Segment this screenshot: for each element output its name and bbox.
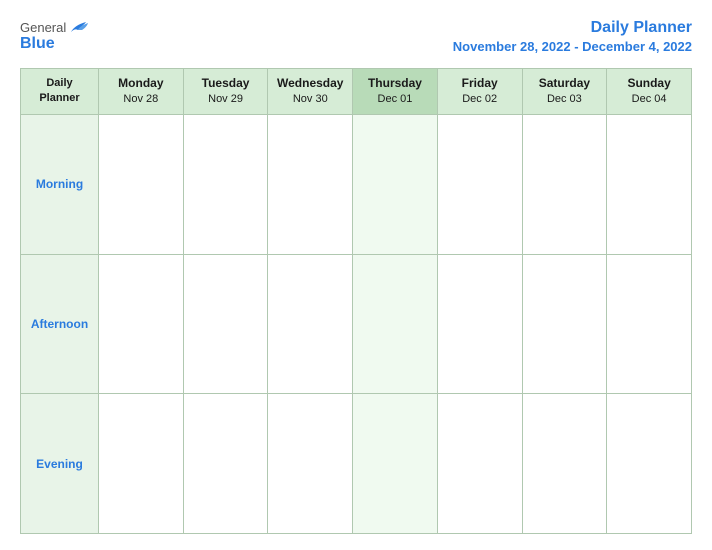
header: General Blue Daily Planner November 28, … (20, 18, 692, 54)
cell-afternoon-thursday[interactable] (353, 254, 438, 394)
cell-morning-tuesday[interactable] (183, 114, 268, 254)
table-row-morning: Morning (21, 114, 692, 254)
cell-evening-saturday[interactable] (522, 394, 607, 534)
column-header-tuesday: TuesdayNov 29 (183, 68, 268, 114)
row-label-evening: Evening (21, 394, 99, 534)
header-row: Daily Planner MondayNov 28TuesdayNov 29W… (21, 68, 692, 114)
page: General Blue Daily Planner November 28, … (0, 0, 712, 550)
cell-evening-wednesday[interactable] (268, 394, 353, 534)
label-column-header: Daily Planner (21, 68, 99, 114)
title-block: Daily Planner November 28, 2022 - Decemb… (453, 18, 692, 54)
cell-afternoon-tuesday[interactable] (183, 254, 268, 394)
table-row-evening: Evening (21, 394, 692, 534)
column-header-wednesday: WednesdayNov 30 (268, 68, 353, 114)
logo-bird-icon (68, 18, 90, 36)
cell-afternoon-saturday[interactable] (522, 254, 607, 394)
cell-evening-tuesday[interactable] (183, 394, 268, 534)
column-header-thursday: ThursdayDec 01 (353, 68, 438, 114)
column-header-monday: MondayNov 28 (99, 68, 184, 114)
cell-morning-monday[interactable] (99, 114, 184, 254)
row-label-morning: Morning (21, 114, 99, 254)
cell-morning-saturday[interactable] (522, 114, 607, 254)
cell-afternoon-friday[interactable] (437, 254, 522, 394)
logo-blue-text: Blue (20, 36, 55, 52)
cell-morning-wednesday[interactable] (268, 114, 353, 254)
cell-afternoon-monday[interactable] (99, 254, 184, 394)
cell-evening-monday[interactable] (99, 394, 184, 534)
date-range: November 28, 2022 - December 4, 2022 (453, 39, 692, 54)
cell-afternoon-sunday[interactable] (607, 254, 692, 394)
cell-evening-sunday[interactable] (607, 394, 692, 534)
table-row-afternoon: Afternoon (21, 254, 692, 394)
planner-table: Daily Planner MondayNov 28TuesdayNov 29W… (20, 68, 692, 534)
logo: General Blue (20, 18, 90, 52)
logo-general-text: General (20, 20, 66, 36)
cell-morning-thursday[interactable] (353, 114, 438, 254)
cell-evening-thursday[interactable] (353, 394, 438, 534)
cell-morning-friday[interactable] (437, 114, 522, 254)
cell-evening-friday[interactable] (437, 394, 522, 534)
column-header-friday: FridayDec 02 (437, 68, 522, 114)
column-header-sunday: SundayDec 04 (607, 68, 692, 114)
row-label-afternoon: Afternoon (21, 254, 99, 394)
app-title: Daily Planner (453, 18, 692, 39)
cell-afternoon-wednesday[interactable] (268, 254, 353, 394)
cell-morning-sunday[interactable] (607, 114, 692, 254)
column-header-saturday: SaturdayDec 03 (522, 68, 607, 114)
